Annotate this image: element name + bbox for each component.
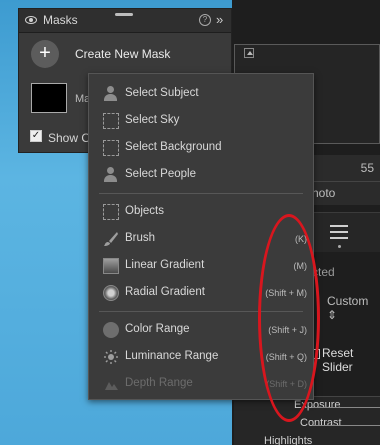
eye-icon[interactable]: [25, 16, 37, 24]
menu-item-label: Depth Range: [125, 377, 193, 389]
color-range-icon: [103, 322, 119, 338]
create-new-mask-label[interactable]: Create New Mask: [75, 47, 170, 61]
menu-item-label: Select Sky: [125, 114, 180, 126]
menu-item-label: Objects: [125, 205, 164, 217]
people-icon: [103, 167, 119, 183]
create-mask-button[interactable]: +: [31, 40, 59, 68]
person-icon: [103, 86, 119, 102]
reset-slider-label: Reset Slider: [322, 346, 354, 374]
panel-title: Masks: [43, 13, 78, 27]
background-icon: [103, 140, 119, 156]
annotation-ellipse: [258, 214, 320, 422]
menu-item-label: Color Range: [125, 323, 190, 335]
drag-handle-icon[interactable]: [115, 13, 133, 16]
menu-divider: [99, 193, 303, 194]
exposure-slider[interactable]: [312, 407, 380, 408]
highlights-label: Highlights: [264, 435, 313, 445]
menu-item-label: Luminance Range: [125, 350, 219, 362]
sky-icon: [103, 113, 119, 129]
slider-group: Exposure Contrast Highlights: [234, 396, 380, 445]
clipping-warning-icon[interactable]: [244, 48, 254, 58]
depth-range-icon: [103, 376, 119, 392]
radial-gradient-icon: [103, 285, 119, 301]
menu-item-select-subject[interactable]: Select Subject: [89, 82, 313, 106]
menu-item-label: Select Subject: [125, 87, 199, 99]
active-tool-dot: [338, 245, 341, 248]
menu-item-select-sky[interactable]: Select Sky: [89, 109, 313, 133]
menu-item-label: Brush: [125, 232, 156, 244]
mask-thumbnail[interactable]: [31, 83, 67, 113]
contrast-label: Contrast: [300, 417, 342, 429]
sliders-icon[interactable]: [330, 225, 348, 239]
help-icon[interactable]: ?: [199, 14, 211, 26]
collapse-icon[interactable]: »: [216, 12, 223, 27]
linear-gradient-icon: [103, 258, 119, 274]
menu-item-select-background[interactable]: Select Background: [89, 136, 313, 160]
objects-icon: [103, 204, 119, 220]
masks-panel-header: Masks ? »: [19, 9, 231, 33]
menu-item-label: Radial Gradient: [125, 286, 205, 298]
luminance-range-icon: [103, 349, 119, 365]
menu-item-label: Select People: [125, 168, 196, 180]
menu-item-label: Select Background: [125, 141, 222, 153]
contrast-slider[interactable]: [312, 425, 380, 426]
show-overlay-checkbox[interactable]: ✓: [30, 130, 42, 142]
brush-icon: [103, 231, 119, 247]
menu-item-select-people[interactable]: Select People: [89, 163, 313, 187]
menu-item-label: Linear Gradient: [125, 259, 205, 271]
